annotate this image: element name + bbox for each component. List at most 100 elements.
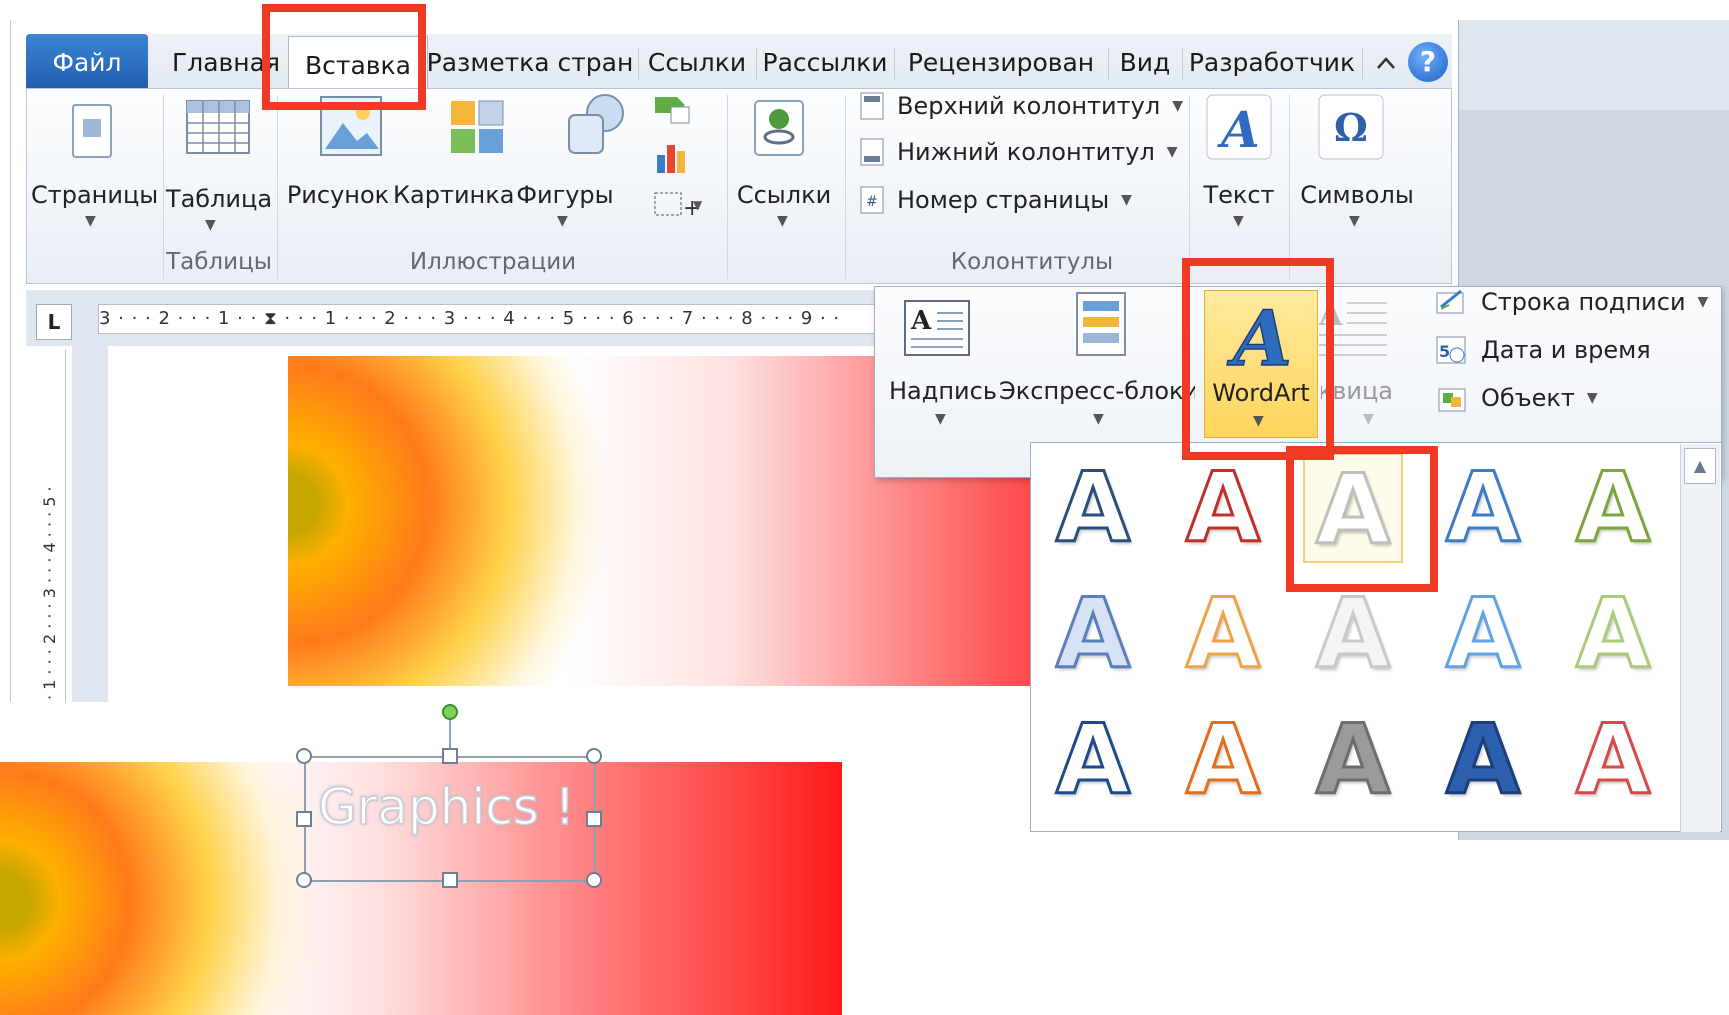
- chevron-up-icon[interactable]: [1370, 48, 1402, 78]
- page-number-icon: #: [860, 186, 884, 214]
- svg-text:5: 5: [1439, 342, 1450, 361]
- tab-separator: [1182, 48, 1183, 80]
- textbox-button[interactable]: Надпись: [887, 377, 999, 405]
- header-button[interactable]: Верхний колонтитул ▼: [859, 91, 1183, 121]
- scroll-up-button[interactable]: ▲: [1684, 448, 1716, 484]
- chevron-down-icon: ▼: [1363, 411, 1374, 427]
- resize-handle-s[interactable]: [442, 872, 458, 888]
- header-icon: [860, 92, 884, 120]
- clipart-button[interactable]: Картинка: [393, 181, 514, 209]
- picture-icon: [317, 93, 385, 161]
- tab-separator: [756, 48, 757, 80]
- tab-home[interactable]: Главная: [164, 34, 288, 92]
- pages-button[interactable]: Страницы: [31, 181, 158, 209]
- flower-preview-image: [0, 762, 330, 1015]
- footer-label: Нижний колонтитул: [897, 138, 1155, 166]
- tab-separator: [894, 48, 895, 80]
- ribbon-insert: Страницы ▼ Таблица ▼ Таблицы Рисунок Кар…: [26, 88, 1452, 284]
- svg-text:A: A: [1318, 298, 1343, 333]
- smartart-icon[interactable]: [653, 91, 693, 127]
- wordart-style-1[interactable]: A: [1043, 452, 1143, 565]
- wordart-style-4[interactable]: A: [1433, 452, 1533, 565]
- dropcap-button[interactable]: Буквица: [1321, 377, 1393, 405]
- footer-button[interactable]: Нижний колонтитул ▼: [859, 137, 1178, 167]
- tab-file[interactable]: Файл: [26, 34, 148, 92]
- group-separator: [727, 95, 728, 279]
- chevron-down-icon: ▼: [1253, 413, 1264, 429]
- tab-page-layout[interactable]: Разметка стран: [424, 34, 636, 92]
- wordart-style-7[interactable]: A: [1173, 578, 1273, 691]
- wordart-style-2[interactable]: A: [1173, 452, 1273, 565]
- wordart-style-11[interactable]: A: [1043, 704, 1143, 817]
- wordart-style-9[interactable]: A: [1433, 578, 1533, 691]
- symbols-button[interactable]: Символы: [1295, 181, 1419, 209]
- resize-handle-se[interactable]: [586, 872, 602, 888]
- links-icon: [745, 95, 813, 163]
- resize-handle-sw[interactable]: [296, 872, 312, 888]
- tab-insert[interactable]: Вставка: [288, 36, 428, 94]
- resize-handle-e[interactable]: [586, 811, 602, 827]
- omega-icon: Ω: [1317, 93, 1385, 161]
- tab-mailings[interactable]: Рассылки: [758, 34, 892, 92]
- wordart-icon: A: [1223, 293, 1301, 384]
- group-separator: [277, 95, 278, 279]
- wordart-label: WordArt: [1212, 379, 1310, 407]
- vertical-ruler[interactable]: · 1 · · · 2 · · · 3 · · · 4 · · · 5 ·: [36, 350, 66, 702]
- signature-line-button[interactable]: Строка подписи ▼: [1435, 287, 1708, 317]
- tab-view[interactable]: Вид: [1110, 34, 1180, 92]
- wordart-gallery: AAAAAAAAAAAAAAA: [1030, 442, 1722, 832]
- resize-handle-ne[interactable]: [586, 748, 602, 764]
- text-button[interactable]: Текст: [1193, 181, 1285, 209]
- horizontal-ruler[interactable]: 3 · · · 2 · · · 1 · · ⧗ · · · 1 · · · 2 …: [98, 304, 884, 334]
- picture-button[interactable]: Рисунок: [283, 181, 393, 209]
- wordart-style-8[interactable]: A: [1303, 578, 1403, 691]
- dropcap-icon: A: [1317, 295, 1387, 363]
- text-icon: A: [1205, 93, 1273, 161]
- wordart-style-14[interactable]: A: [1433, 704, 1533, 817]
- wordart-style-13[interactable]: A: [1303, 704, 1403, 817]
- group-label-tables: Таблицы: [166, 249, 272, 275]
- shapes-button[interactable]: Фигуры: [515, 181, 615, 209]
- chart-icon[interactable]: [653, 139, 693, 175]
- svg-text:A: A: [1217, 100, 1260, 159]
- tab-selector-button[interactable]: L: [36, 304, 72, 340]
- calendar-icon: 5: [1436, 336, 1466, 364]
- wordart-button[interactable]: A WordArt ▼: [1204, 290, 1318, 438]
- header-label: Верхний колонтитул: [897, 92, 1161, 120]
- page-number-button[interactable]: # Номер страницы ▼: [859, 185, 1132, 215]
- tab-references[interactable]: Ссылки: [640, 34, 754, 92]
- svg-text:▼: ▼: [693, 198, 703, 212]
- wordart-style-12[interactable]: A: [1173, 704, 1273, 817]
- date-time-button[interactable]: 5 Дата и время: [1435, 335, 1651, 365]
- footer-icon: [860, 138, 884, 166]
- wordart-style-15[interactable]: A: [1563, 704, 1663, 817]
- quickparts-button[interactable]: Экспресс-блоки: [999, 377, 1195, 405]
- help-icon[interactable]: ?: [1408, 42, 1448, 82]
- screenshot-icon[interactable]: + ▼: [653, 189, 703, 225]
- chevron-down-icon: ▼: [777, 213, 788, 229]
- table-button[interactable]: Таблица: [163, 185, 275, 213]
- links-button[interactable]: Ссылки: [729, 181, 839, 209]
- tab-developer[interactable]: Разработчик: [1184, 34, 1360, 92]
- wordart-style-6[interactable]: A: [1043, 578, 1143, 691]
- resize-handle-w[interactable]: [296, 811, 312, 827]
- window-side-strip: [1458, 20, 1729, 110]
- signature-line-label: Строка подписи: [1481, 288, 1686, 316]
- resize-handle-nw[interactable]: [296, 748, 312, 764]
- object-button[interactable]: Объект ▼: [1435, 383, 1598, 413]
- tab-separator: [1362, 48, 1363, 80]
- svg-text:A: A: [1227, 297, 1292, 375]
- wordart-style-5[interactable]: A: [1563, 452, 1663, 565]
- wordart-style-3[interactable]: A: [1303, 453, 1403, 567]
- gallery-scrollbar[interactable]: [1680, 444, 1720, 832]
- shapes-icon: [561, 91, 629, 159]
- signature-icon: [1436, 289, 1464, 314]
- textbox-icon: A: [901, 295, 970, 363]
- wordart-text[interactable]: Graphics !: [317, 777, 575, 837]
- object-icon: [1438, 388, 1466, 412]
- rotation-handle[interactable]: [442, 704, 458, 720]
- wordart-style-10[interactable]: A: [1563, 578, 1663, 691]
- resize-handle-n[interactable]: [442, 748, 458, 764]
- svg-text:#: #: [866, 194, 878, 210]
- tab-review[interactable]: Рецензирован: [896, 34, 1106, 92]
